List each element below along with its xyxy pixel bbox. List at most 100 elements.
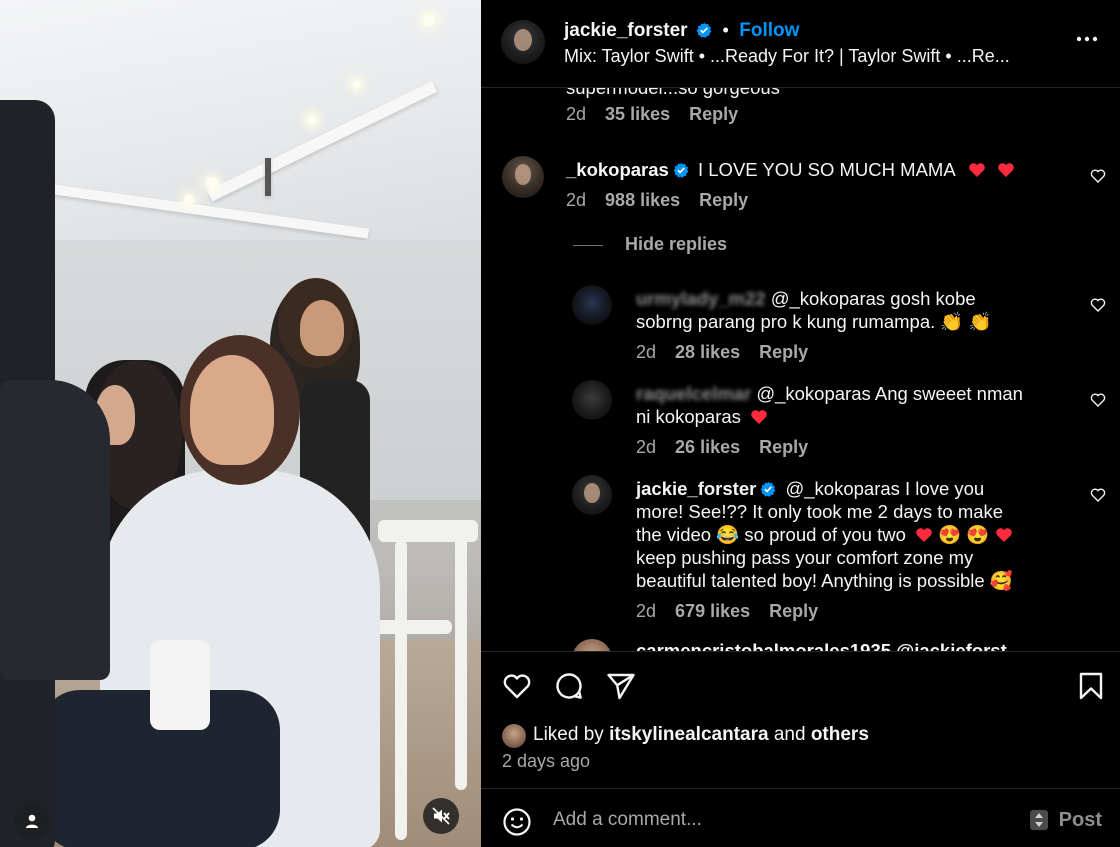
mute-button[interactable] bbox=[423, 798, 459, 834]
red-heart-emoji-icon bbox=[916, 528, 932, 542]
reply-text: urmylady_m22 @_kokoparas gosh kobe sobrn… bbox=[636, 287, 1066, 333]
reply-username[interactable]: carmencristobalmorales1935 @jackieforst bbox=[636, 640, 1007, 651]
reply-likes[interactable]: 28 likes bbox=[675, 342, 740, 362]
video-ceiling-light bbox=[352, 80, 361, 89]
reply-button[interactable]: Reply bbox=[759, 342, 808, 362]
reply-username[interactable]: raquelcelmar bbox=[636, 382, 751, 405]
liked-by-and: and bbox=[773, 724, 806, 745]
reply-body-line1: @_kokoparas I love you bbox=[785, 478, 985, 499]
reply-body-line2: more! See!?? It only took me 2 days to m… bbox=[636, 501, 1004, 522]
reply-button[interactable]: Reply bbox=[759, 437, 808, 457]
verified-badge-icon bbox=[760, 481, 776, 497]
reply-text: raquelcelmar @_kokoparas Ang sweeet nman… bbox=[636, 382, 1066, 428]
liker-avatar[interactable] bbox=[502, 724, 526, 748]
reply-button[interactable]: Reply bbox=[689, 104, 738, 124]
post-actions: Liked by itskylinealcantara and others 2… bbox=[481, 651, 1120, 788]
hide-replies-label: Hide replies bbox=[625, 234, 728, 254]
heart-eyes-emoji: 😍 😍 bbox=[938, 524, 990, 545]
verified-badge-icon bbox=[696, 22, 712, 38]
comment-like-heart-icon[interactable] bbox=[1090, 487, 1106, 503]
comment-like-heart-icon[interactable] bbox=[1090, 297, 1106, 313]
comment-like-heart-icon[interactable] bbox=[1090, 392, 1106, 408]
video-person-face bbox=[300, 300, 344, 356]
reply-likes[interactable]: 26 likes bbox=[675, 437, 740, 457]
tag-button[interactable] bbox=[14, 803, 50, 839]
comment-likes[interactable]: 988 likes bbox=[605, 190, 680, 210]
comment-like-heart-icon[interactable] bbox=[1090, 168, 1106, 184]
more-options-button[interactable] bbox=[1076, 30, 1098, 42]
video-ceiling-light bbox=[184, 195, 194, 205]
reply-body-line1: @_kokoparas Ang sweeet nman bbox=[756, 383, 1023, 404]
video-ceiling-light bbox=[423, 14, 435, 26]
comment-age: 2d bbox=[566, 190, 587, 210]
comments-list[interactable]: supermodel...so gorgeous 2d 35 likes Rep… bbox=[481, 88, 1120, 651]
comment-input[interactable] bbox=[553, 809, 983, 831]
video-ceiling-light bbox=[307, 115, 317, 125]
comment-age: 2d bbox=[566, 104, 587, 124]
red-heart-emoji-icon bbox=[968, 163, 985, 177]
reply-button[interactable]: Reply bbox=[769, 601, 818, 621]
header-separator: • bbox=[722, 20, 729, 40]
reply-username[interactable]: urmylady_m22 bbox=[636, 287, 766, 310]
video-person-bag bbox=[150, 640, 210, 730]
reply-body-line5: beautiful talented boy! Anything is poss… bbox=[636, 570, 1013, 591]
comment-meta: 2d 35 likes Reply bbox=[566, 104, 752, 125]
post-video[interactable] bbox=[0, 0, 481, 847]
reply-meta: 2d 26 likes Reply bbox=[636, 437, 822, 458]
red-heart-emoji-icon bbox=[998, 163, 1014, 177]
video-person-face bbox=[190, 355, 274, 465]
commenter-avatar[interactable] bbox=[572, 285, 612, 325]
post-comment-button[interactable]: Post bbox=[1059, 809, 1102, 832]
reply-body-line1: @_kokoparas gosh kobe bbox=[770, 288, 976, 309]
reply-age: 2d bbox=[636, 437, 657, 457]
liked-by-user[interactable]: itskylinealcantara bbox=[609, 724, 768, 745]
comment-username[interactable]: _kokoparas bbox=[566, 159, 669, 180]
avatar-face bbox=[514, 28, 532, 51]
hide-replies-line bbox=[573, 244, 603, 246]
reply-username[interactable]: jackie_forster bbox=[636, 478, 756, 499]
heart-icon[interactable] bbox=[501, 670, 533, 702]
avatar-face bbox=[584, 483, 600, 503]
comment-body: I LOVE YOU SO MUCH MAMA bbox=[697, 159, 955, 180]
reply-body-line3: the video 😂 so proud of you two bbox=[636, 524, 906, 545]
input-resize-handle[interactable] bbox=[1030, 810, 1048, 830]
comment-composer: Post bbox=[481, 788, 1120, 847]
follow-button[interactable]: Follow bbox=[739, 20, 799, 41]
commenter-avatar[interactable] bbox=[572, 380, 612, 420]
video-person bbox=[0, 380, 110, 680]
author-avatar[interactable] bbox=[501, 20, 545, 64]
video-chair bbox=[455, 530, 467, 790]
comment-meta: 2d 988 likes Reply bbox=[566, 190, 762, 211]
liked-by-prefix: Liked by bbox=[533, 724, 604, 745]
reply-likes[interactable]: 679 likes bbox=[675, 601, 750, 621]
comment-likes[interactable]: 35 likes bbox=[605, 104, 670, 124]
reply-text: jackie_forster @_kokoparas I love you mo… bbox=[636, 477, 1076, 592]
video-chair bbox=[372, 620, 452, 634]
bookmark-icon[interactable] bbox=[1075, 670, 1107, 702]
comment-text-cutoff: supermodel...so gorgeous bbox=[566, 88, 780, 99]
commenter-avatar[interactable] bbox=[572, 475, 612, 515]
reply-age: 2d bbox=[636, 342, 657, 362]
muted-speaker-icon bbox=[432, 807, 450, 825]
share-icon[interactable] bbox=[605, 670, 637, 702]
audio-track-link[interactable]: Mix: Taylor Swift • ...Ready For It? | T… bbox=[564, 46, 1010, 67]
hide-replies-button[interactable]: Hide replies bbox=[573, 234, 727, 255]
red-heart-emoji-icon bbox=[751, 410, 767, 424]
reply-age: 2d bbox=[636, 601, 657, 621]
emoji-icon[interactable] bbox=[502, 807, 532, 837]
author-line: jackie_forster • Follow bbox=[564, 20, 799, 42]
reply-button[interactable]: Reply bbox=[699, 190, 748, 210]
comment-text: _kokoparas I LOVE YOU SO MUCH MAMA bbox=[566, 158, 1015, 181]
commenter-avatar[interactable] bbox=[572, 639, 612, 651]
reply-text-cutoff: carmencristobalmorales1935 @jackieforst bbox=[636, 639, 1007, 651]
video-ceiling-light bbox=[206, 177, 218, 189]
post-timestamp[interactable]: 2 days ago bbox=[502, 751, 590, 772]
reply-body-line2: sobrng parang pro k kung rumampa. bbox=[636, 311, 936, 332]
up-down-arrows-icon bbox=[1035, 813, 1043, 827]
clapping-emoji: 👏 👏 bbox=[940, 311, 992, 332]
comment-icon[interactable] bbox=[553, 670, 585, 702]
author-username[interactable]: jackie_forster bbox=[564, 20, 688, 41]
more-options-icon bbox=[1076, 36, 1098, 42]
commenter-avatar[interactable] bbox=[502, 156, 544, 198]
liked-by-others[interactable]: others bbox=[811, 724, 869, 745]
